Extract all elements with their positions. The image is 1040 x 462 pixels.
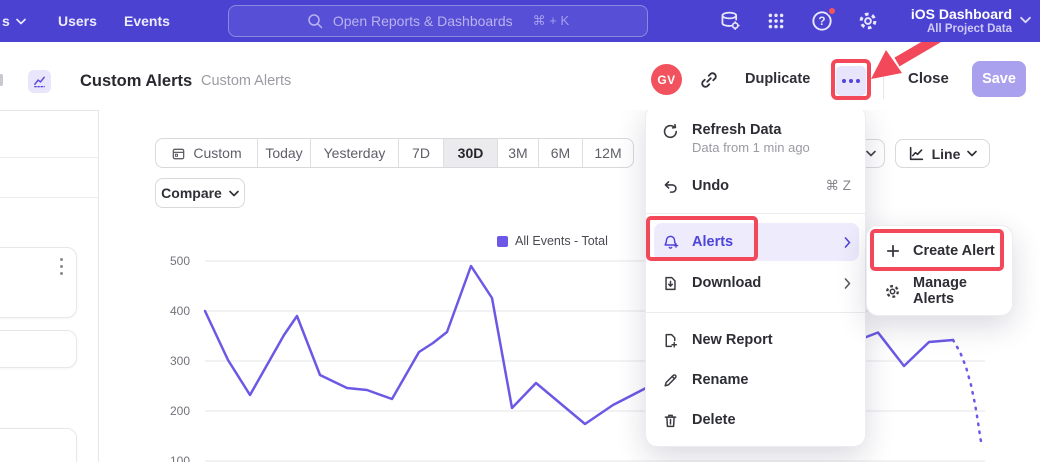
submenu-item-manage-alerts[interactable]: Manage Alerts — [875, 272, 1006, 310]
sidebar-card[interactable] — [0, 247, 77, 318]
chevron-down-icon — [1020, 16, 1031, 24]
compare-button[interactable]: Compare — [155, 178, 245, 208]
breadcrumb[interactable]: Custom Alerts — [201, 73, 291, 89]
menu-divider — [646, 213, 867, 214]
duplicate-button[interactable]: Duplicate — [745, 71, 810, 87]
chevron-down-icon — [866, 150, 876, 157]
svg-text:300: 300 — [170, 354, 190, 368]
submenu-item-create-alert[interactable]: Create Alert — [875, 232, 1006, 270]
chevron-down-icon — [16, 18, 26, 25]
left-sidebar — [0, 110, 99, 462]
alerts-submenu: Create Alert Manage Alerts — [866, 225, 1013, 316]
apps-grid-icon[interactable] — [764, 9, 788, 33]
close-button[interactable]: Close — [908, 70, 949, 87]
page-title: Custom Alerts — [80, 72, 192, 91]
help-icon[interactable]: ? — [810, 9, 834, 33]
svg-text:500: 500 — [170, 254, 190, 268]
date-range-control: Custom Today Yesterday 7D 30D 3M 6M 12M — [155, 138, 634, 168]
chevron-right-icon — [844, 278, 851, 289]
range-today[interactable]: Today — [258, 139, 311, 167]
svg-text:?: ? — [818, 15, 825, 28]
undo-shortcut: ⌘ Z — [826, 178, 852, 194]
gear-icon — [884, 283, 901, 300]
report-options-menu: Refresh Data Data from 1 min ago Undo ⌘ … — [645, 105, 866, 447]
save-button[interactable]: Save — [972, 61, 1026, 97]
avatar[interactable]: GV — [651, 64, 682, 95]
search-shortcut: ⌘ + K — [533, 13, 570, 29]
refresh-icon — [662, 123, 679, 140]
sidebar-card[interactable] — [0, 330, 77, 368]
settings-gear-icon[interactable] — [856, 9, 880, 33]
calendar-icon — [171, 146, 186, 161]
range-12m[interactable]: 12M — [583, 139, 633, 167]
range-yesterday[interactable]: Yesterday — [311, 139, 399, 167]
nav-item-partial[interactable]: s — [2, 0, 26, 42]
menu-item-refresh-data[interactable]: Refresh Data Data from 1 min ago — [654, 114, 859, 164]
kebab-menu-icon[interactable] — [60, 258, 63, 275]
range-30d[interactable]: 30D — [444, 139, 498, 167]
new-report-icon — [662, 332, 679, 349]
header-divider — [883, 63, 884, 99]
legend-swatch — [497, 236, 508, 247]
more-options-button[interactable] — [836, 66, 866, 96]
project-scope: All Project Data — [927, 22, 1012, 36]
search-icon — [307, 13, 323, 29]
undo-icon — [662, 178, 679, 195]
range-custom[interactable]: Custom — [156, 139, 258, 167]
chevron-down-icon — [967, 150, 977, 157]
menu-item-download[interactable]: Download — [654, 264, 859, 302]
nav-partial-label: s — [2, 13, 10, 29]
menu-item-rename[interactable]: Rename — [654, 361, 859, 399]
copy-link-button[interactable] — [697, 68, 721, 92]
nav-item-users[interactable]: Users — [58, 0, 97, 42]
svg-text:400: 400 — [170, 304, 190, 318]
refresh-status: Data from 1 min ago — [692, 139, 810, 156]
menu-item-delete[interactable]: Delete — [654, 401, 859, 439]
search-input[interactable]: Open Reports & Dashboards ⌘ + K — [228, 5, 648, 37]
project-name: iOS Dashboard — [911, 6, 1012, 22]
sidebar-card[interactable] — [0, 428, 77, 462]
range-7d[interactable]: 7D — [399, 139, 444, 167]
svg-text:100: 100 — [170, 454, 190, 462]
report-header: Custom Alerts Custom Alerts GV Duplicate… — [0, 42, 1040, 110]
nav-item-events[interactable]: Events — [124, 0, 170, 42]
bell-plus-icon — [662, 234, 679, 251]
chart-type-select[interactable]: Line — [895, 139, 990, 168]
range-3m[interactable]: 3M — [498, 139, 539, 167]
plus-icon — [884, 243, 901, 260]
menu-item-alerts[interactable]: Alerts — [654, 223, 859, 261]
data-management-icon[interactable] — [718, 9, 742, 33]
svg-text:200: 200 — [170, 404, 190, 418]
sidebar-divider — [0, 197, 99, 198]
collapsed-panel-edge — [0, 74, 3, 86]
chevron-right-icon — [844, 237, 851, 248]
range-6m[interactable]: 6M — [539, 139, 583, 167]
sidebar-divider — [0, 157, 99, 158]
pencil-icon — [662, 372, 679, 389]
top-nav: s Users Events Open Reports & Dashboards… — [0, 0, 1040, 42]
legend-item[interactable]: All Events - Total — [497, 234, 608, 248]
search-placeholder: Open Reports & Dashboards — [333, 13, 513, 29]
download-icon — [662, 275, 679, 292]
link-icon — [699, 70, 719, 90]
menu-item-new-report[interactable]: New Report — [654, 321, 859, 359]
project-selector[interactable]: iOS Dashboard All Project Data — [911, 0, 1012, 42]
line-chart-icon — [908, 145, 925, 162]
report-chart-icon — [28, 70, 51, 93]
menu-item-undo[interactable]: Undo ⌘ Z — [654, 167, 859, 205]
chevron-down-icon — [229, 190, 239, 197]
legend-label: All Events - Total — [515, 234, 608, 248]
menu-divider — [646, 312, 867, 313]
notification-dot — [827, 6, 837, 16]
trash-icon — [662, 412, 679, 429]
